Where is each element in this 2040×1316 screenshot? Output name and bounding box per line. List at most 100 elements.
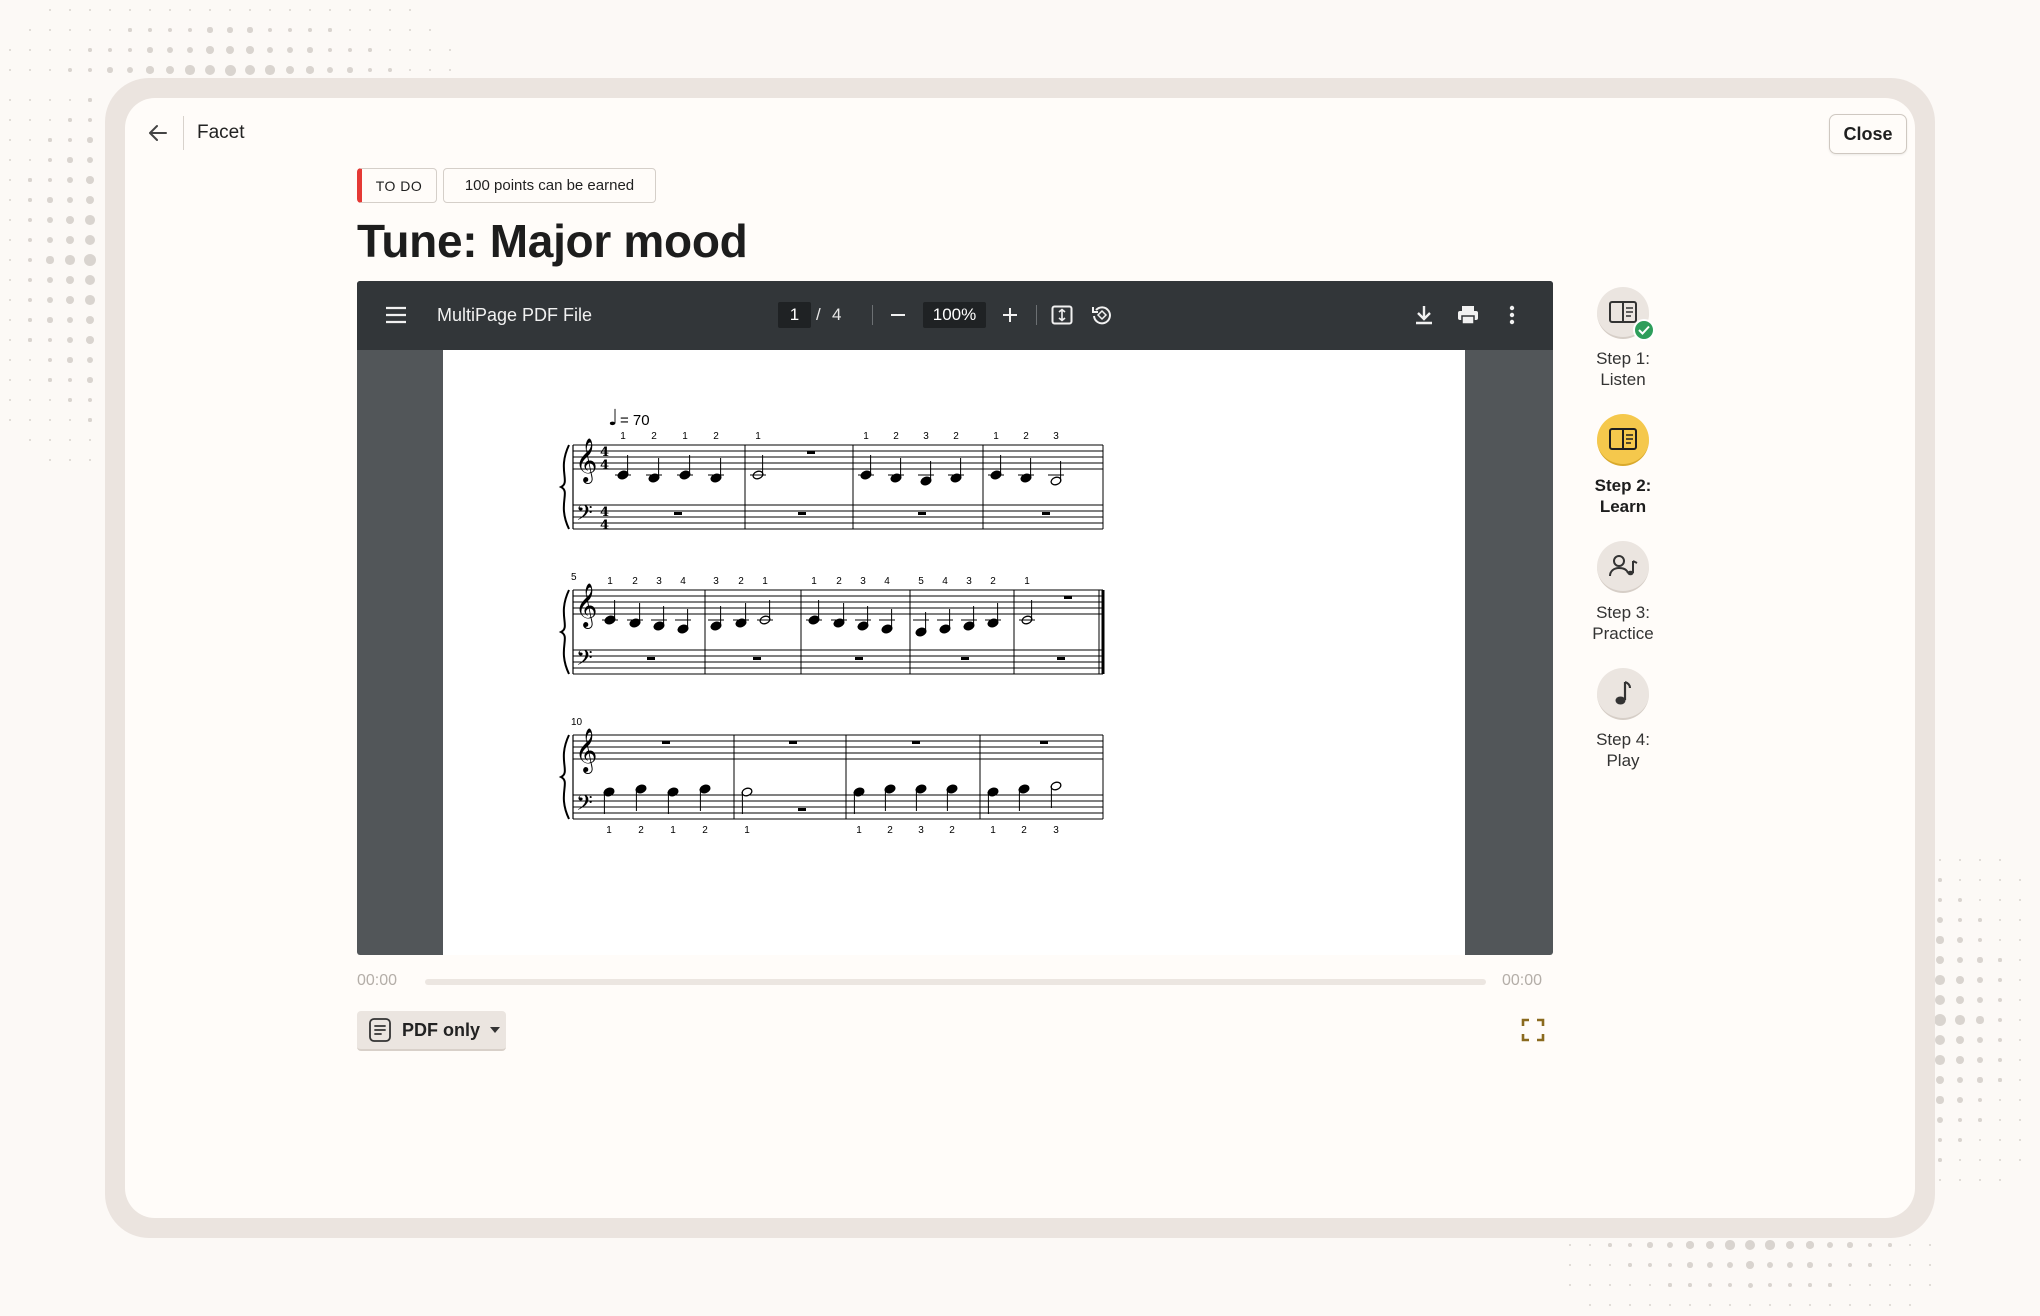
fingering-number: 1: [682, 431, 688, 442]
decorative-dots-top-left: [0, 0, 460, 90]
toolbar-divider: [1036, 305, 1037, 325]
sheet-music: ♩ = 70 𝄞𝄢44441 2 1 2 1 1 2 3 2 1 2 3𝄞𝄢5 1 2 3 4 3 2 1 1 2 3 4 5…: [558, 406, 1105, 836]
measure-number: 10: [571, 717, 583, 728]
audio-progress-bar[interactable]: [425, 979, 1486, 985]
fingering-number: 1: [744, 825, 750, 836]
whole-rest: [1042, 512, 1050, 515]
fingering-number: 1: [762, 576, 768, 587]
header-divider: [183, 116, 184, 150]
rotate-button[interactable]: [1089, 302, 1115, 328]
bass-clef-icon: 𝄢: [576, 791, 593, 821]
fingering-number: 1: [856, 825, 862, 836]
whole-rest: [798, 512, 806, 515]
step-4-play[interactable]: Step 4: Play: [1568, 668, 1678, 771]
points-badge: 100 points can be earned: [443, 168, 656, 203]
whole-rest: [647, 657, 655, 660]
bass-clef-icon: 𝄢: [576, 646, 593, 676]
brace: [558, 444, 570, 530]
chevron-down-icon: [490, 1027, 501, 1033]
fingering-number: 2: [1021, 825, 1027, 836]
download-button[interactable]: [1411, 302, 1437, 328]
zoom-in-button[interactable]: [997, 302, 1023, 328]
whole-rest: [789, 741, 797, 744]
fingering-number: 4: [942, 576, 948, 587]
play-music-note-icon: [1615, 680, 1632, 705]
step-1-circle: [1597, 287, 1655, 341]
treble-clef-icon: 𝄞: [575, 728, 597, 774]
fingering-number: 2: [638, 825, 644, 836]
whole-rest: [1057, 657, 1065, 660]
fingering-number: 2: [836, 576, 842, 587]
fingering-number: 3: [860, 576, 866, 587]
pdf-viewer: MultiPage PDF File 1 / 4 100% ♩ = 70 𝄞 𝄢…: [357, 281, 1553, 955]
fingering-number: 2: [887, 825, 893, 836]
whole-rest: [798, 808, 806, 811]
fit-page-icon: [1051, 305, 1073, 325]
fingering-number: 1: [993, 431, 999, 442]
fit-page-button[interactable]: [1049, 302, 1075, 328]
fingering-number: 2: [702, 825, 708, 836]
back-button[interactable]: [143, 118, 173, 148]
arrow-left-icon: [149, 125, 167, 141]
print-button[interactable]: [1455, 302, 1481, 328]
step-2-circle: [1597, 414, 1649, 466]
time-signature: 4: [600, 458, 609, 473]
fingering-number: 1: [990, 825, 996, 836]
zoom-out-icon: [891, 314, 905, 316]
step-2-learn[interactable]: Step 2: Learn: [1568, 414, 1678, 517]
decorative-dots-left: [0, 90, 110, 470]
bass-clef-icon: 𝄢: [576, 501, 593, 531]
whole-rest: [674, 512, 682, 515]
pdf-page: ♩ = 70 𝄞 𝄢 4 4 4 4 1 2 1 2 1 1 2 3 2 1 2 3 𝄞 𝄢 5 1 2 3 4 3 2 1 1 2 3 4 5…: [443, 350, 1465, 955]
fullscreen-icon: [1521, 1018, 1545, 1042]
fingering-number: 1: [863, 431, 869, 442]
decorative-dots-bottom: [1560, 1235, 1940, 1316]
fingering-number: 3: [923, 431, 929, 442]
fingering-number: 4: [884, 576, 890, 587]
zoom-level-input[interactable]: 100%: [923, 302, 986, 328]
zoom-in-icon: [1003, 308, 1017, 322]
menu-icon: [386, 306, 406, 324]
step-1-listen[interactable]: Step 1: Listen: [1568, 287, 1678, 390]
toolbar-divider: [872, 305, 873, 325]
pdf-toolbar: MultiPage PDF File 1 / 4 100%: [357, 281, 1553, 350]
step-3-practice[interactable]: Step 3: Practice: [1568, 541, 1678, 644]
completed-check-icon: [1633, 319, 1655, 341]
page-number-input[interactable]: 1: [778, 302, 811, 328]
decorative-dots-right: [1930, 850, 2040, 1190]
fingering-number: 1: [670, 825, 676, 836]
document-lines-icon: [369, 1018, 391, 1042]
fingering-number: 1: [606, 825, 612, 836]
view-mode-dropdown[interactable]: PDF only: [357, 1011, 506, 1051]
treble-clef-icon: 𝄞: [575, 583, 597, 629]
whole-rest: [918, 512, 926, 515]
treble-clef-icon: 𝄞: [575, 438, 597, 484]
fingering-number: 1: [620, 431, 626, 442]
whole-rest: [1040, 741, 1048, 744]
close-button[interactable]: Close: [1829, 114, 1907, 154]
learn-book-icon: [1609, 428, 1637, 450]
step-3-circle: [1597, 541, 1649, 593]
fullscreen-button[interactable]: [1520, 1017, 1546, 1043]
step-4-label: Step 4: Play: [1596, 730, 1650, 770]
fingering-number: 2: [949, 825, 955, 836]
fingering-number: 3: [1053, 825, 1059, 836]
fingering-number: 3: [966, 576, 972, 587]
zoom-out-button[interactable]: [885, 302, 911, 328]
menu-button[interactable]: [383, 302, 409, 328]
more-options-button[interactable]: [1499, 302, 1525, 328]
fingering-number: 1: [1024, 576, 1030, 587]
whole-rest: [855, 657, 863, 660]
whole-rest: [807, 451, 815, 454]
listen-book-icon: [1609, 301, 1637, 323]
page-total: 4: [832, 305, 842, 324]
fingering-number: 3: [656, 576, 662, 587]
fingering-number: 5: [918, 576, 924, 587]
whole-rest: [912, 741, 920, 744]
fingering-number: 1: [811, 576, 817, 587]
page-separator: /: [816, 305, 821, 324]
fingering-number: 1: [607, 576, 613, 587]
tempo-marking: = 70: [620, 412, 650, 429]
pdf-file-name: MultiPage PDF File: [437, 305, 593, 325]
step-3-label: Step 3: Practice: [1592, 603, 1654, 643]
